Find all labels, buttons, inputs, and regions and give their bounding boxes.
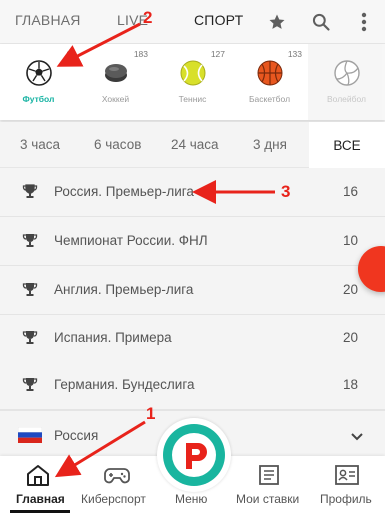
filter-3d[interactable]: 3 дня: [253, 137, 287, 152]
sport-hockey[interactable]: 183 Хоккей: [77, 44, 154, 120]
league-count: 10: [342, 233, 358, 248]
more-vert-icon[interactable]: [352, 10, 376, 34]
annotation-2: 2: [143, 8, 153, 27]
trophy-icon: [22, 184, 38, 200]
sport-volleyball[interactable]: Волейбол: [308, 44, 385, 120]
league-count: 18: [342, 377, 358, 392]
league-count: 16: [342, 184, 358, 199]
soccer-ball-icon: [26, 60, 52, 86]
nav-menu-logo-button[interactable]: [157, 418, 231, 492]
russia-flag-icon: [17, 426, 43, 443]
top-app-bar: ГЛАВНАЯ LIVE СПОРТ: [0, 0, 385, 44]
league-row[interactable]: Испания. Примера 20: [0, 315, 385, 363]
league-name: Англия. Премьер-лига: [54, 282, 194, 297]
chevron-down-icon[interactable]: [351, 428, 363, 446]
nav-my-bets[interactable]: Мои ставки: [232, 456, 308, 515]
sport-football[interactable]: 1 Футбол: [0, 44, 77, 120]
league-name: Россия. Премьер-лига: [54, 184, 194, 199]
trophy-icon: [22, 282, 38, 298]
sport-label: Теннис: [178, 94, 207, 104]
hockey-puck-icon: [103, 60, 129, 86]
sport-count: 1: [66, 49, 71, 59]
nav-label: Профиль: [320, 492, 372, 506]
league-name: Чемпионат России. ФНЛ: [54, 233, 208, 248]
league-row[interactable]: Россия. Премьер-лига 16: [0, 169, 385, 217]
nav-esports[interactable]: Киберспорт: [78, 456, 158, 515]
sport-label: Волейбол: [326, 94, 366, 104]
league-row[interactable]: Германия. Бундеслига 18: [0, 362, 385, 410]
sport-count: 127: [210, 49, 225, 59]
league-row[interactable]: Чемпионат России. ФНЛ 10: [0, 218, 385, 266]
sport-count: 133: [287, 49, 302, 59]
sport-label: Футбол: [22, 94, 55, 104]
nav-label: Главная: [16, 492, 65, 506]
trophy-icon: [22, 233, 38, 249]
filter-6h[interactable]: 6 часов: [94, 137, 141, 152]
sport-label: Баскетбол: [248, 94, 291, 104]
sport-count: 183: [133, 49, 148, 59]
nav-profile[interactable]: Профиль: [310, 456, 385, 515]
country-name: Россия: [54, 428, 99, 443]
annotation-1: 1: [146, 404, 156, 423]
sport-basketball[interactable]: 133 Баскетбол: [231, 44, 308, 120]
trophy-icon: [22, 330, 38, 346]
receipt-icon: [258, 464, 280, 491]
nav-home[interactable]: Главная: [0, 456, 78, 515]
filter-24h[interactable]: 24 часа: [171, 137, 219, 152]
tab-sport[interactable]: СПОРТ: [194, 12, 243, 28]
filter-3h[interactable]: 3 часа: [20, 137, 60, 152]
search-icon[interactable]: [309, 10, 333, 34]
basketball-icon: [257, 60, 283, 86]
nav-label-menu: Меню: [175, 492, 208, 506]
filter-all[interactable]: ВСЕ: [309, 122, 385, 168]
annotation-3: 3: [281, 182, 291, 201]
star-icon[interactable]: [265, 10, 289, 34]
tennis-ball-icon: [180, 60, 206, 86]
league-count: 20: [342, 330, 358, 345]
sports-carousel: 1 Футбол 183 Хоккей 127 Теннис 133 Баске…: [0, 44, 385, 120]
league-count: 20: [342, 282, 358, 297]
home-icon: [26, 464, 50, 491]
nav-label: Киберспорт: [81, 492, 146, 506]
profile-card-icon: [334, 464, 360, 491]
sport-label: Хоккей: [101, 94, 130, 104]
trophy-icon: [22, 377, 38, 393]
tab-main[interactable]: ГЛАВНАЯ: [15, 12, 81, 28]
league-name: Германия. Бундеслига: [54, 377, 195, 392]
league-name: Испания. Примера: [54, 330, 172, 345]
league-row[interactable]: Англия. Премьер-лига 20: [0, 267, 385, 315]
active-tab-indicator: [10, 510, 70, 513]
volleyball-icon: [334, 60, 360, 86]
gamepad-icon: [104, 464, 130, 491]
time-filter-bar: 3 часа 6 часов 24 часа 3 дня ВСЕ: [0, 122, 385, 168]
sport-tennis[interactable]: 127 Теннис: [154, 44, 231, 120]
nav-label: Мои ставки: [236, 492, 300, 506]
